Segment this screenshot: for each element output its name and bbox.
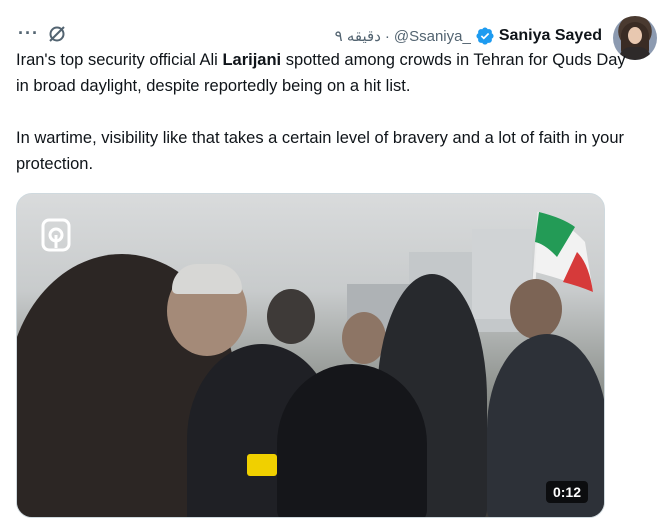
more-icon[interactable]: ··· (18, 23, 39, 44)
bold-name: Larijani (222, 51, 282, 69)
separator-dot: · (384, 27, 390, 45)
tweet-header: ··· ۹ دقیقه · @Ssaniya_ Saniya Sayed (0, 8, 660, 60)
tweet-paragraph-1: Iran's top security official Ali Larijan… (16, 51, 626, 95)
tweet-text: Iran's top security official Ali Larijan… (16, 47, 626, 177)
channel-logo-icon (41, 218, 71, 252)
video-duration-badge: 0:12 (545, 481, 588, 503)
verified-badge-icon (476, 27, 494, 45)
author-handle[interactable]: @Ssaniya_ (394, 28, 471, 45)
author-name[interactable]: Saniya Sayed (499, 27, 602, 45)
tweet-time[interactable]: ۹ دقیقه (335, 27, 381, 45)
author-row: ۹ دقیقه · @Ssaniya_ Saniya Sayed (335, 24, 602, 48)
tweet-paragraph-2: In wartime, visibility like that takes a… (16, 129, 625, 173)
video-player[interactable]: 0:12 (16, 193, 605, 518)
video-thumbnail (17, 194, 604, 517)
grok-icon[interactable] (47, 24, 67, 44)
